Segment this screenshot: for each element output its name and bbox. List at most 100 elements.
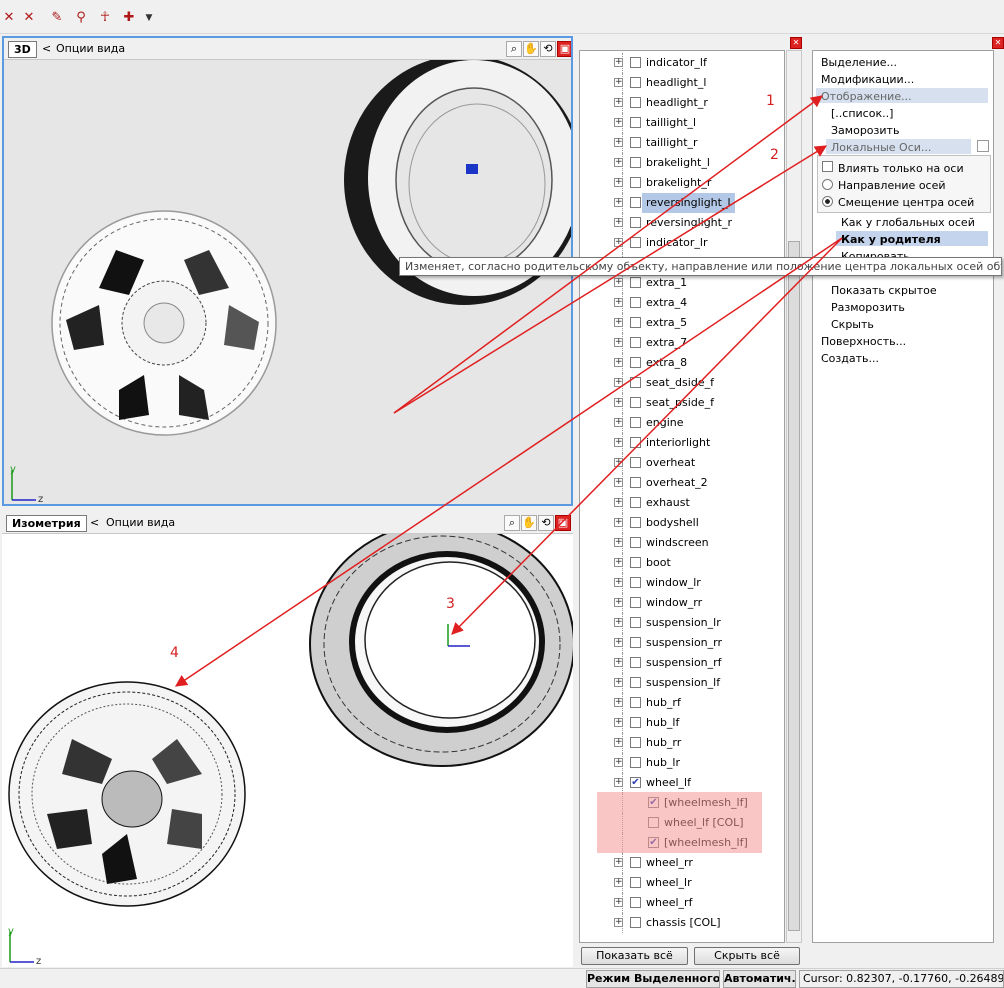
tree-item[interactable]: + extra_8 (580, 353, 780, 373)
tree-item[interactable]: + interiorlight (580, 433, 780, 453)
show-all-button[interactable]: Показать всё (581, 947, 688, 965)
tree-item[interactable]: + bodyshell (580, 513, 780, 533)
visibility-checkbox[interactable] (630, 917, 641, 928)
status-auto[interactable]: Автоматич. (723, 970, 796, 988)
close-tree-icon[interactable]: ✕ (790, 37, 802, 49)
expand-icon[interactable]: + (614, 418, 623, 427)
tree-item[interactable]: + windscreen (580, 533, 780, 553)
visibility-checkbox[interactable] (630, 417, 641, 428)
expand-icon[interactable]: + (614, 478, 623, 487)
expand-icon[interactable]: + (614, 618, 623, 627)
tree-item[interactable]: + extra_7 (580, 333, 780, 353)
menu-modifications[interactable]: Модификации... (821, 73, 914, 86)
visibility-checkbox[interactable] (630, 717, 641, 728)
menu-as-global[interactable]: Как у глобальных осей (841, 216, 975, 229)
visibility-checkbox[interactable] (630, 597, 641, 608)
tree-scrollbar[interactable] (786, 50, 802, 943)
visibility-checkbox[interactable] (630, 677, 641, 688)
expand-icon[interactable]: + (614, 358, 623, 367)
menu-display[interactable]: Отображение... (821, 90, 912, 103)
expand-icon[interactable]: + (614, 898, 623, 907)
visibility-checkbox[interactable] (630, 177, 641, 188)
visibility-checkbox[interactable] (630, 737, 641, 748)
tree-item[interactable]: + headlight_r (580, 93, 780, 113)
direction-radio[interactable] (822, 179, 833, 190)
viewport-3d-label[interactable]: 3D (8, 41, 37, 58)
expand-icon[interactable]: + (614, 318, 623, 327)
visibility-checkbox[interactable]: ✔ (630, 777, 641, 788)
tree-item[interactable]: + suspension_lr (580, 613, 780, 633)
tree-item[interactable]: + indicator_lr (580, 233, 780, 253)
viewport-iso-options-button[interactable]: Опции вида (106, 516, 175, 529)
visibility-checkbox[interactable] (630, 517, 641, 528)
visibility-checkbox[interactable] (630, 237, 641, 248)
viewport-back-button[interactable]: < (42, 42, 51, 55)
tree-item[interactable]: + extra_1 (580, 273, 780, 293)
expand-icon[interactable]: + (614, 718, 623, 727)
expand-icon[interactable]: + (614, 158, 623, 167)
visibility-checkbox[interactable] (630, 657, 641, 668)
visibility-checkbox[interactable] (630, 557, 641, 568)
expand-icon[interactable]: + (614, 738, 623, 747)
pan-icon[interactable]: ✋ (523, 41, 539, 57)
tree-item[interactable]: + brakelight_r (580, 173, 780, 193)
tree-item[interactable]: + indicator_lf (580, 53, 780, 73)
tree-item[interactable]: + suspension_rr (580, 633, 780, 653)
expand-icon[interactable]: + (614, 98, 623, 107)
expand-icon[interactable]: + (614, 438, 623, 447)
visibility-checkbox[interactable] (630, 637, 641, 648)
expand-icon[interactable]: + (614, 118, 623, 127)
visibility-checkbox[interactable] (630, 877, 641, 888)
visibility-checkbox[interactable] (630, 457, 641, 468)
expand-icon[interactable]: + (614, 458, 623, 467)
viewport-options-button[interactable]: Опции вида (56, 42, 125, 55)
viewport-iso-label[interactable]: Изометрия (6, 515, 87, 532)
visibility-checkbox[interactable] (630, 57, 641, 68)
tree-item[interactable]: + ✔ wheel_lf (580, 773, 780, 793)
menu-local-axes[interactable]: Локальные Оси... (831, 141, 931, 154)
expand-icon[interactable]: + (614, 138, 623, 147)
expand-icon[interactable]: + (614, 638, 623, 647)
tree-item[interactable]: + taillight_r (580, 133, 780, 153)
rotate-tool-icon[interactable]: ⚲ (72, 9, 90, 27)
expand-icon[interactable]: + (614, 218, 623, 227)
close-panel-icon[interactable]: ✕ (992, 37, 1004, 49)
expand-icon[interactable]: + (614, 578, 623, 587)
menu-show-hidden[interactable]: Показать скрытое (831, 284, 937, 297)
expand-icon[interactable]: + (614, 678, 623, 687)
expand-icon[interactable]: + (614, 58, 623, 67)
expand-icon[interactable]: + (614, 538, 623, 547)
zoom-icon[interactable]: ⌕ (504, 515, 520, 531)
visibility-checkbox[interactable] (630, 217, 641, 228)
expand-icon[interactable]: + (614, 178, 623, 187)
tree-item[interactable]: + hub_lf (580, 713, 780, 733)
expand-icon[interactable]: + (614, 558, 623, 567)
tree-item[interactable]: + hub_rf (580, 693, 780, 713)
hide-all-button[interactable]: Скрыть всё (694, 947, 800, 965)
expand-icon[interactable]: + (614, 298, 623, 307)
expand-icon[interactable]: + (614, 918, 623, 927)
move-tool-icon[interactable]: ✎ (48, 9, 66, 27)
expand-icon[interactable]: + (614, 598, 623, 607)
tree-item[interactable]: + hub_lr (580, 753, 780, 773)
expand-icon[interactable]: + (614, 338, 623, 347)
expand-icon[interactable]: + (614, 238, 623, 247)
visibility-checkbox[interactable] (630, 577, 641, 588)
viewport-iso-back-button[interactable]: < (90, 516, 99, 529)
visibility-checkbox[interactable] (630, 197, 641, 208)
expand-icon[interactable]: + (614, 778, 623, 787)
expand-icon[interactable]: + (614, 758, 623, 767)
expand-icon[interactable]: + (614, 658, 623, 667)
menu-list[interactable]: [..список..] (831, 107, 893, 120)
expand-icon[interactable]: + (614, 398, 623, 407)
tree-item[interactable]: + wheel_rf (580, 893, 780, 913)
figure-tool-icon[interactable]: ☥ (96, 9, 114, 27)
visibility-checkbox[interactable] (630, 97, 641, 108)
menu-as-parent[interactable]: Как у родителя (841, 233, 941, 246)
visibility-checkbox[interactable] (630, 77, 641, 88)
tree-item[interactable]: + window_rr (580, 593, 780, 613)
expand-icon[interactable]: + (614, 278, 623, 287)
visibility-checkbox[interactable] (630, 357, 641, 368)
menu-unfreeze[interactable]: Разморозить (831, 301, 905, 314)
tree-item[interactable]: + seat_pside_f (580, 393, 780, 413)
